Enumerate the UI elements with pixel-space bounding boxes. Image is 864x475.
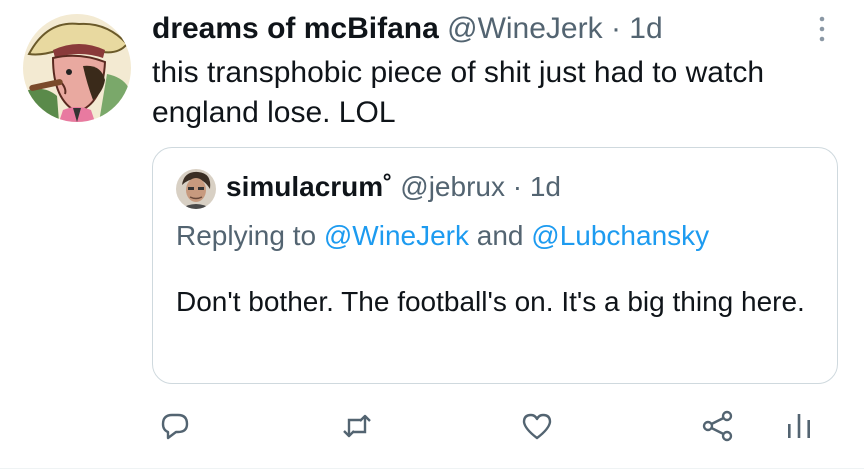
quoted-tweet-header: simulacrum˚ @jebrux · 1d: [226, 168, 561, 206]
tweet-timestamp[interactable]: 1d: [629, 12, 662, 45]
reply-icon: [161, 413, 189, 440]
share-button[interactable]: [702, 410, 734, 442]
quoted-header-separator: ·: [512, 171, 523, 202]
tweet[interactable]: dreams of mcBifana @WineJerk · 1d this t…: [0, 0, 864, 475]
retweet-icon: [343, 414, 371, 438]
replying-to-label: Replying to: [176, 220, 317, 251]
reply-mention-winejerk[interactable]: @WineJerk: [324, 220, 469, 251]
reply-button[interactable]: [159, 410, 191, 442]
like-button[interactable]: [521, 410, 553, 442]
heart-icon: [522, 413, 552, 440]
tweet-header: dreams of mcBifana @WineJerk · 1d: [152, 9, 663, 49]
analytics-button[interactable]: [783, 410, 815, 442]
replying-to-line: Replying to @WineJerk and @Lubchansky: [176, 217, 709, 255]
quoted-tweet[interactable]: simulacrum˚ @jebrux · 1d Replying to @Wi…: [152, 147, 838, 384]
retweet-button[interactable]: [341, 410, 373, 442]
quoted-tweet-text: Don't bother. The football's on. It's a …: [176, 286, 805, 317]
quoted-author-handle[interactable]: @jebrux: [400, 171, 505, 202]
share-icon: [702, 410, 733, 442]
quoted-tweet-timestamp[interactable]: 1d: [530, 171, 561, 202]
author-name[interactable]: dreams of mcBifana: [152, 12, 439, 45]
quoted-name-suffix: ˚: [383, 171, 393, 202]
more-options-icon[interactable]: [810, 14, 834, 44]
tweet-text: this transphobic piece of shit just had …: [152, 56, 765, 129]
author-avatar[interactable]: [23, 14, 131, 122]
tweet-divider: [0, 468, 864, 469]
reply-mention-lubchansky[interactable]: @Lubchansky: [531, 220, 709, 251]
reply-and-label: and: [476, 220, 524, 251]
analytics-icon: [788, 414, 810, 438]
quoted-author-name[interactable]: simulacrum: [226, 171, 383, 202]
header-separator: ·: [610, 12, 621, 45]
quoted-author-avatar[interactable]: [176, 169, 216, 209]
author-handle[interactable]: @WineJerk: [447, 12, 602, 45]
